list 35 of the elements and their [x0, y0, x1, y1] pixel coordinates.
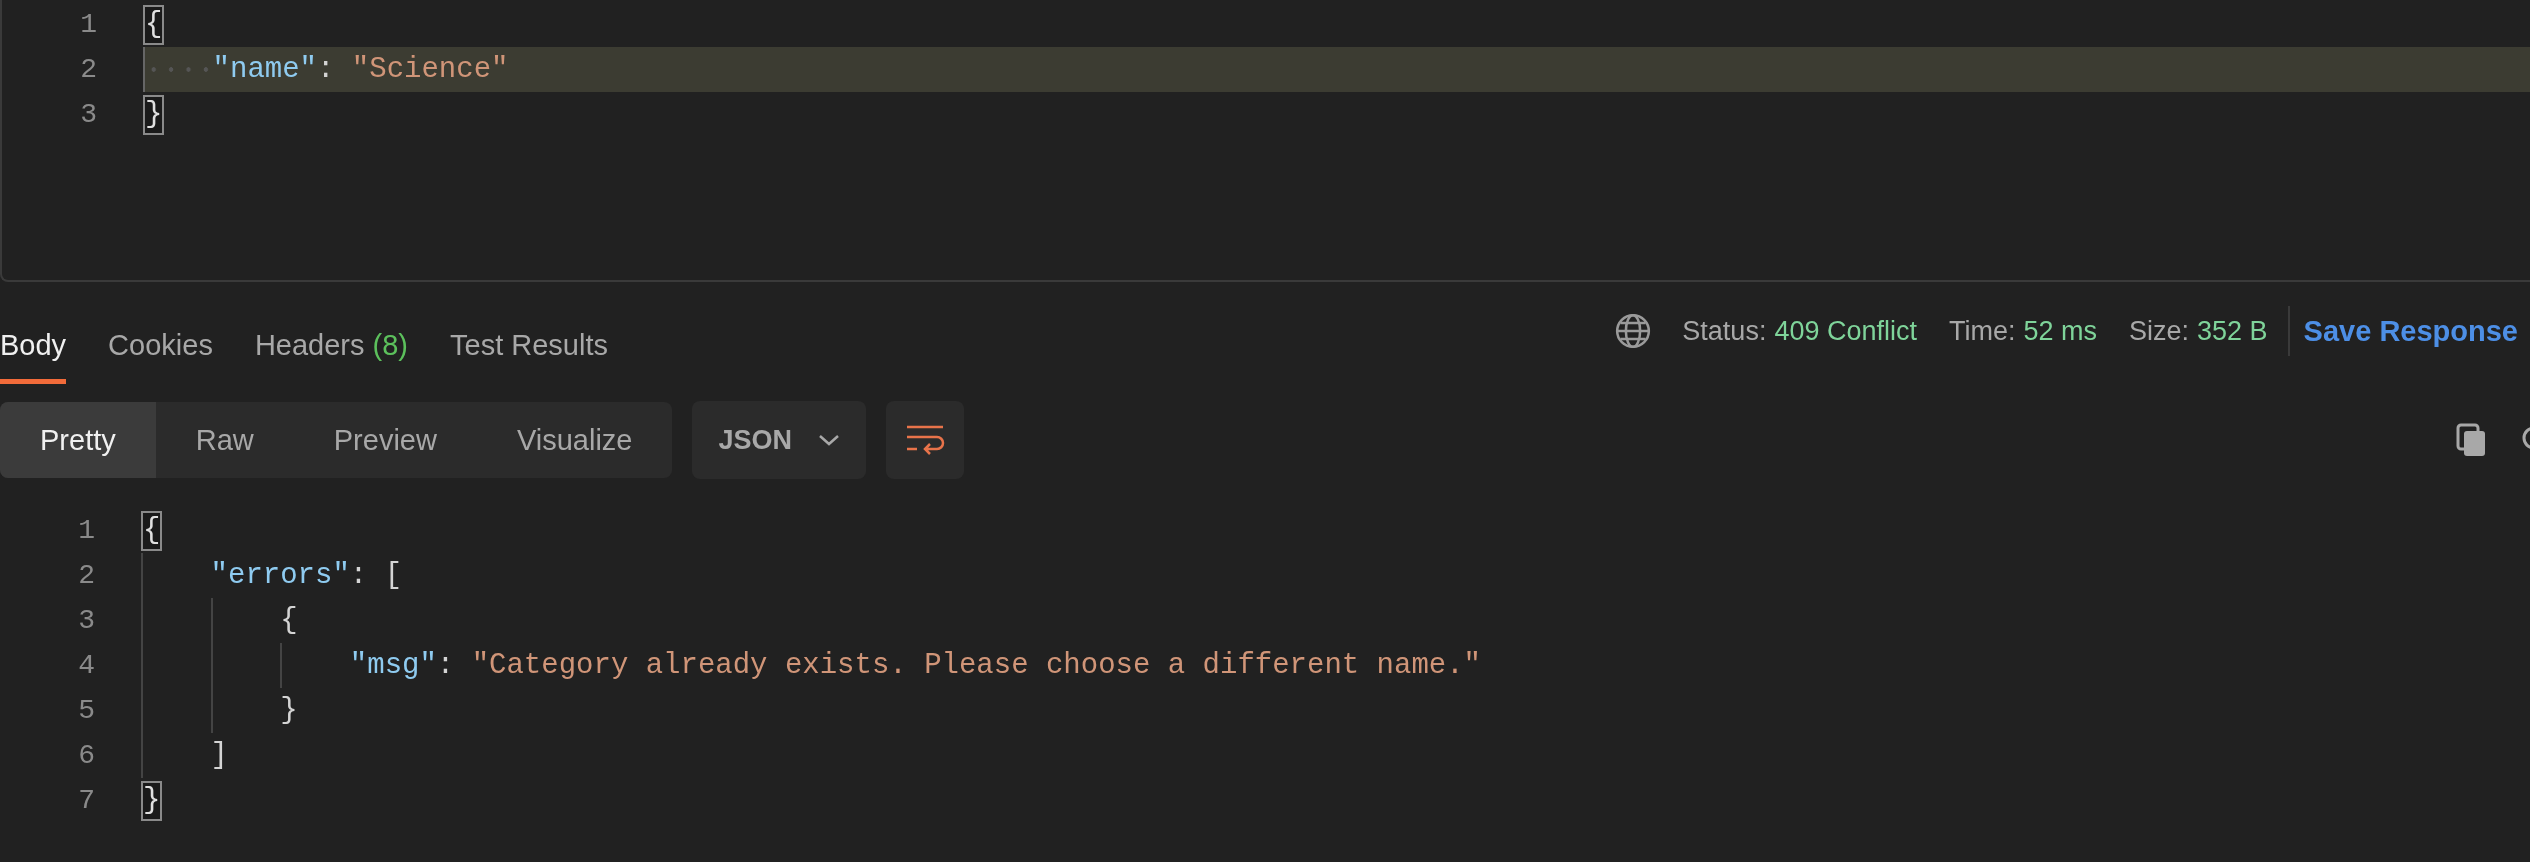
save-response-button[interactable]: Save Response	[2303, 314, 2530, 348]
response-metric: Status: 409 Conflict	[1682, 315, 1917, 347]
line-number: 6	[77, 740, 95, 771]
view-mode-tab[interactable]: Pretty	[0, 402, 156, 478]
response-tab[interactable]: Body	[0, 298, 67, 384]
response-metric: Size: 352 B	[2129, 315, 2268, 347]
line-number: 2	[77, 560, 95, 591]
line-number: 7	[77, 785, 95, 816]
line-number: 3	[79, 99, 97, 130]
view-mode-tab[interactable]: Preview	[293, 402, 477, 478]
line-number: 4	[77, 650, 95, 681]
copy-icon[interactable]	[2456, 423, 2486, 457]
format-dropdown[interactable]: JSON	[692, 401, 866, 479]
code-line: }	[280, 693, 298, 729]
line-number: 1	[79, 9, 97, 40]
line-number: 5	[77, 695, 95, 726]
code-line: ]	[210, 738, 228, 774]
line-number: 3	[77, 605, 95, 636]
view-mode-tab[interactable]: Visualize	[476, 402, 673, 478]
response-tab[interactable]: Headers (8)	[254, 298, 409, 384]
response-metric: Time: 52 ms	[1949, 315, 2097, 347]
code-line: "msg": "Category already exists. Please choose a different name."	[349, 648, 1482, 684]
line-number: 1	[77, 515, 95, 546]
word-wrap-button[interactable]	[886, 401, 964, 479]
wrap-lines-icon	[905, 423, 945, 457]
response-tab[interactable]: Test Results	[450, 298, 608, 384]
request-body-editor[interactable]: 1 { 2 "name": "Science" 3 }	[0, 0, 2530, 282]
line-number: 2	[79, 54, 97, 85]
response-tab[interactable]: Cookies	[108, 298, 213, 384]
code-line: "name": "Science"	[212, 52, 509, 88]
code-line: {	[280, 603, 298, 639]
view-mode-tab[interactable]: Raw	[155, 402, 294, 478]
chevron-down-icon	[818, 433, 840, 447]
globe-icon[interactable]	[1614, 312, 1653, 350]
code-line: "errors": [	[210, 558, 403, 594]
